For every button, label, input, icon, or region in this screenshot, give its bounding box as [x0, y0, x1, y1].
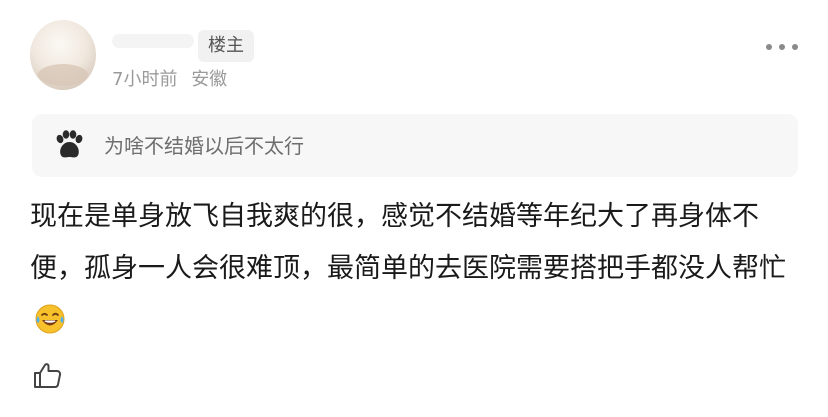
post-meta: 7小时前 安徽 — [112, 68, 227, 92]
avatar-shade — [38, 64, 88, 86]
more-dot — [779, 44, 785, 50]
quoted-topic[interactable]: 为啥不结婚以后不太行 — [32, 114, 798, 177]
more-dot — [792, 44, 798, 50]
thumbs-up-icon[interactable] — [32, 359, 64, 391]
paw-icon — [56, 130, 83, 158]
comment-card: 楼主 7小时前 安徽 为啥不结婚以后不太行 现在是单身放飞自我爽的很，感觉不结婚… — [0, 0, 828, 417]
author-badge: 楼主 — [198, 30, 254, 62]
avatar[interactable] — [30, 20, 96, 90]
comment-body: 现在是单身放飞自我爽的很，感觉不结婚等年纪大了再身体不便，孤身一人会很难顶，最简… — [30, 191, 805, 347]
post-time: 7小时前 — [112, 69, 178, 90]
more-dot — [766, 44, 772, 50]
comment-text: 现在是单身放飞自我爽的很，感觉不结婚等年纪大了再身体不便，孤身一人会很难顶，最简… — [30, 201, 786, 284]
username-redacted[interactable] — [112, 34, 194, 48]
laughing-crying-emoji — [35, 304, 65, 334]
post-location: 安徽 — [191, 69, 228, 90]
more-dots-icon[interactable] — [766, 38, 798, 56]
quote-text: 为啥不结婚以后不太行 — [104, 134, 304, 158]
